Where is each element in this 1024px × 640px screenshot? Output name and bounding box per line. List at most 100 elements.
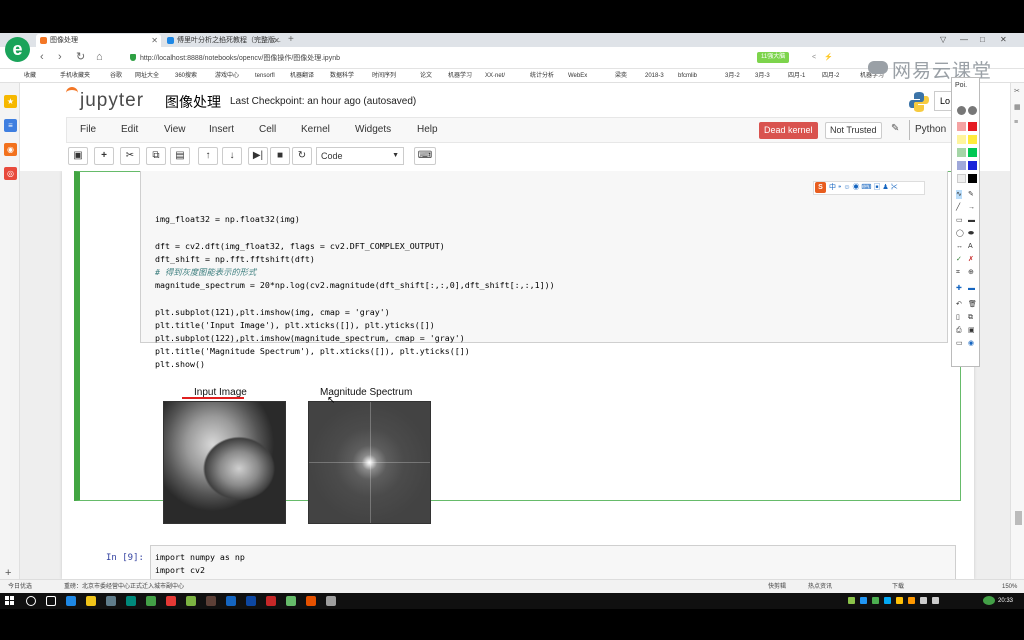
move-down-icon[interactable]: ↓ xyxy=(222,147,242,165)
color-swatch[interactable] xyxy=(957,135,966,144)
zoom-icon[interactable]: ⊕ xyxy=(968,268,974,277)
scissors-icon[interactable]: ✂ xyxy=(1014,87,1020,95)
menu-icon[interactable]: ▽ xyxy=(940,33,946,46)
windows-start-icon[interactable] xyxy=(5,596,15,606)
minimize-button[interactable]: — xyxy=(960,33,968,46)
home-icon[interactable]: ⌂ xyxy=(96,51,103,64)
bookmark-item[interactable]: 时间序列 xyxy=(372,72,396,80)
code-input-area-2[interactable] xyxy=(150,545,956,579)
copy-page-icon[interactable]: ⧉ xyxy=(968,313,973,322)
new-tab-button[interactable]: + xyxy=(288,33,294,46)
bookmark-item[interactable]: 四月-2 xyxy=(822,72,839,80)
status-item[interactable]: 快剪辑 xyxy=(768,583,786,591)
explorer-icon[interactable] xyxy=(86,596,96,606)
curve-tool-icon[interactable]: ∿ xyxy=(956,190,962,199)
url-badge[interactable]: 11强大脑 xyxy=(757,52,790,63)
task-view-icon[interactable] xyxy=(46,596,56,606)
status-news[interactable]: 重磅：北京市委经营中心正式迁入城市副中心 xyxy=(64,583,184,591)
zoom-level[interactable]: 150% xyxy=(1002,583,1017,591)
color-swatch[interactable] xyxy=(968,148,977,157)
app-icon[interactable] xyxy=(306,596,316,606)
bookmark-item[interactable]: 360搜索 xyxy=(175,72,197,80)
tray-icon[interactable] xyxy=(884,597,891,604)
bookmark-item[interactable]: 四月-1 xyxy=(788,72,805,80)
clock[interactable]: 20:33 xyxy=(998,596,1013,606)
grid-icon[interactable]: ▦ xyxy=(1014,103,1021,111)
menu-edit[interactable]: Edit xyxy=(121,124,138,135)
bookmark-item[interactable]: 3月-3 xyxy=(755,72,770,80)
network-icon[interactable] xyxy=(920,597,927,604)
bookmark-item[interactable]: 梁奕 xyxy=(615,72,627,80)
tab-notebook[interactable]: 图像处理 ✕ xyxy=(36,34,161,47)
screen-icon[interactable]: ▭ xyxy=(956,339,963,348)
new-page-icon[interactable]: ▯ xyxy=(956,313,960,322)
jupyter-logo[interactable]: jupyter xyxy=(80,90,144,112)
kernel-status-badge[interactable]: Dead kernel xyxy=(759,122,818,139)
plus-icon[interactable]: ✚ xyxy=(956,284,962,293)
app-icon[interactable] xyxy=(246,596,256,606)
menu-lines-icon[interactable]: ≡ xyxy=(1014,119,1018,126)
check-icon[interactable]: ✓ xyxy=(956,255,962,264)
store-icon[interactable] xyxy=(106,596,116,606)
tray-icon[interactable] xyxy=(896,597,903,604)
app-icon[interactable] xyxy=(126,596,136,606)
keyboard-icon[interactable]: ⌨ xyxy=(414,147,436,165)
save-disk-icon[interactable]: ▣ xyxy=(968,326,975,335)
line-tool-icon[interactable]: ╱ xyxy=(956,203,960,212)
pencil-icon[interactable]: ✎ xyxy=(891,123,899,134)
color-swatch[interactable] xyxy=(968,122,977,131)
record-icon[interactable]: ◎ xyxy=(4,167,17,180)
ime-toolbar[interactable]: S中 ⁍ ☺ ◉ ⌨ ▣ ♟ ✂ xyxy=(813,181,925,195)
bookmark-item[interactable]: WebEx xyxy=(568,72,587,80)
close-icon[interactable]: ✕ xyxy=(273,34,280,47)
bookmark-item[interactable]: bfcmlib xyxy=(678,72,697,80)
move-up-icon[interactable]: ↑ xyxy=(198,147,218,165)
scrollbar-thumb[interactable] xyxy=(1015,511,1022,525)
bookmark-item[interactable]: 机器学习 xyxy=(448,72,472,80)
cross-icon[interactable]: ✗ xyxy=(968,255,974,264)
reload-icon[interactable]: ↻ xyxy=(76,51,85,64)
star-icon[interactable]: ★ xyxy=(4,95,17,108)
text-tool-icon[interactable]: A xyxy=(968,242,973,251)
double-arrow-icon[interactable]: ↔ xyxy=(956,242,963,251)
edge-icon[interactable] xyxy=(66,596,76,606)
volume-icon[interactable] xyxy=(932,597,939,604)
trust-status-button[interactable]: Not Trusted xyxy=(825,122,882,139)
search-icon[interactable] xyxy=(26,596,36,606)
pen-tool-icon[interactable]: ✎ xyxy=(968,190,974,199)
stop-icon[interactable]: ■ xyxy=(270,147,290,165)
bookmark-item[interactable]: 论文 xyxy=(420,72,432,80)
undo-icon[interactable]: ↶ xyxy=(956,300,962,309)
notebook-title[interactable]: 图像处理 xyxy=(165,92,221,112)
app-icon[interactable] xyxy=(186,596,196,606)
color-swatch[interactable] xyxy=(957,161,966,170)
tray-icon[interactable] xyxy=(872,597,879,604)
paste-icon[interactable]: ▤ xyxy=(170,147,190,165)
bookmark-item[interactable]: 数据科学 xyxy=(330,72,354,80)
print-icon[interactable]: ⎙ xyxy=(956,326,962,335)
notification-badge[interactable] xyxy=(983,596,995,605)
save-icon[interactable]: ▣ xyxy=(68,147,88,165)
tray-icon[interactable] xyxy=(908,597,915,604)
rect-tool-icon[interactable]: ▭ xyxy=(956,216,963,225)
run-icon[interactable]: ▶| xyxy=(248,147,268,165)
close-window-button[interactable]: ✕ xyxy=(1000,33,1007,46)
status-item[interactable]: 下载 xyxy=(892,583,904,591)
dot-large-icon[interactable] xyxy=(968,106,977,115)
bookmark-item[interactable]: XX·net/ xyxy=(485,72,505,80)
insert-cell-icon[interactable]: + xyxy=(94,147,114,165)
ellipse-tool-icon[interactable]: ◯ xyxy=(956,229,964,238)
menu-widgets[interactable]: Widgets xyxy=(355,124,391,135)
browser-logo-icon[interactable]: e xyxy=(5,37,30,62)
bookmark-item[interactable]: tensorfl xyxy=(255,72,275,80)
bookmark-item[interactable]: 统计分析 xyxy=(530,72,554,80)
lightning-icon[interactable]: ⚡ xyxy=(824,52,833,63)
arrow-tool-icon[interactable]: → xyxy=(968,203,975,212)
bookmark-item[interactable]: 机器翻译 xyxy=(290,72,314,80)
back-icon[interactable]: ‹ xyxy=(40,51,44,64)
bookmark-item[interactable]: 网址大全 xyxy=(135,72,159,80)
weibo-icon[interactable]: ◉ xyxy=(4,143,17,156)
forward-icon[interactable]: › xyxy=(58,51,62,64)
trash-icon[interactable]: 🗑 xyxy=(968,300,977,309)
minus-icon[interactable]: ▬ xyxy=(968,284,975,293)
